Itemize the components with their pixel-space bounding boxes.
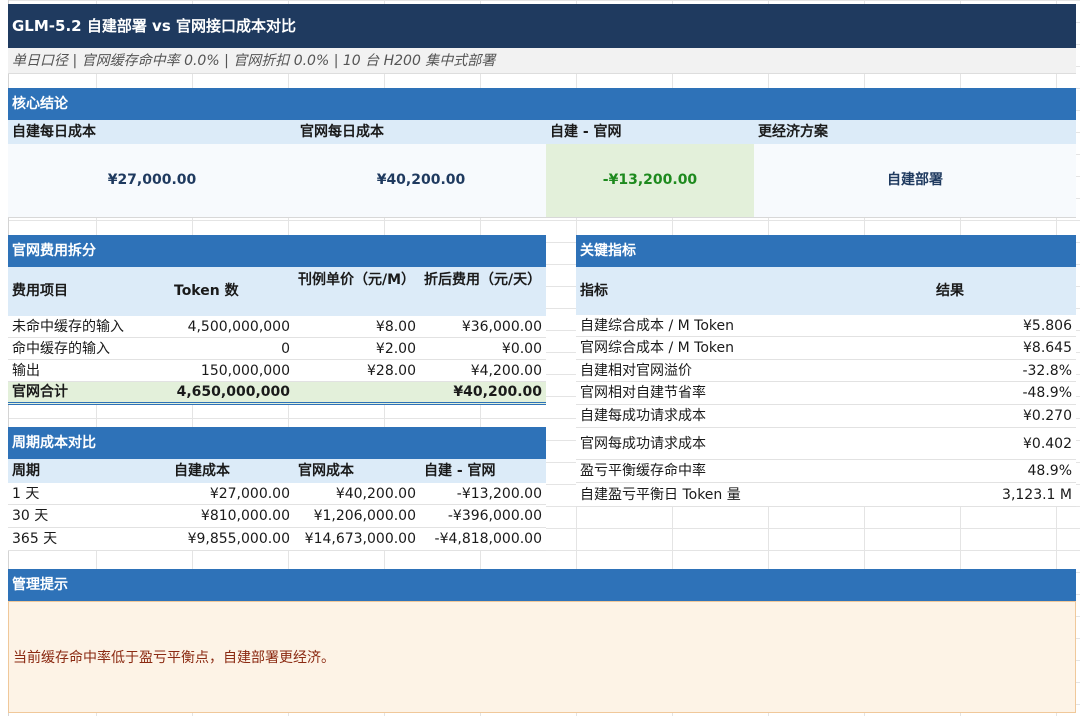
fee-total-tokens: 4,650,000,000 (176, 384, 290, 400)
period-section-header[interactable]: 周期成本对比 (8, 427, 546, 459)
metric-value: 48.9% (1027, 463, 1072, 479)
page-title[interactable]: GLM-5.2 自建部署 vs 官网接口成本对比 (8, 4, 1076, 48)
period-name: 1 天 (12, 486, 40, 502)
tips-panel[interactable]: 当前缓存命中率低于盈亏平衡点，自建部署更经济。 (8, 601, 1076, 713)
metrics-col-result[interactable]: 结果 (932, 267, 1076, 315)
summary-section-header[interactable]: 核心结论 (8, 88, 1076, 120)
metric-name: 自建相对官网溢价 (580, 363, 692, 379)
kpi-selfbuilt-daily-cost[interactable]: ¥27,000.00 (8, 144, 296, 217)
fee-unit-price: ¥2.00 (375, 341, 416, 357)
metric-value: -32.8% (1022, 363, 1072, 379)
fee-total-label: 官网合计 (12, 384, 68, 400)
fee-col-unit-price[interactable]: 刊例单价（元/M） (294, 270, 420, 291)
metrics-col-name[interactable]: 指标 (576, 267, 932, 315)
period-header-row: 周期 自建成本 官网成本 自建 - 官网 (8, 459, 546, 483)
table-row[interactable]: 1 天 ¥27,000.00 ¥40,200.00 -¥13,200.00 (8, 483, 546, 505)
fee-col-cost[interactable]: 折后费用（元/天） (420, 270, 546, 291)
fee-breakdown-table: 费用项目 Token 数 刊例单价（元/M） 折后费用（元/天） 未命中缓存的输… (8, 267, 546, 405)
fee-col-item[interactable]: 费用项目 (8, 267, 170, 316)
metric-value: -48.9% (1022, 385, 1072, 401)
fee-total-cost: ¥40,200.00 (453, 384, 542, 400)
period-name: 30 天 (12, 508, 49, 524)
table-row[interactable]: 自建综合成本 / M Token ¥5.806 (576, 315, 1076, 337)
metric-name: 官网每成功请求成本 (580, 436, 706, 452)
tips-section-header[interactable]: 管理提示 (8, 569, 1076, 601)
period-diff: -¥396,000.00 (447, 508, 542, 524)
fee-unit-price: ¥8.00 (375, 319, 416, 335)
metric-value: ¥0.270 (1023, 408, 1072, 424)
period-col-period[interactable]: 周期 (8, 459, 170, 483)
fee-unit-price: ¥28.00 (367, 363, 416, 379)
kpi-better-option[interactable]: 自建部署 (754, 144, 1076, 217)
fee-breakdown-section-header[interactable]: 官网费用拆分 (8, 235, 546, 267)
kpi-official-daily-cost[interactable]: ¥40,200.00 (296, 144, 546, 217)
period-official-cost: ¥40,200.00 (335, 486, 416, 502)
fee-header-row: 费用项目 Token 数 刊例单价（元/M） 折后费用（元/天） (8, 267, 546, 316)
metric-name: 自建每成功请求成本 (580, 408, 706, 424)
metric-value: ¥5.806 (1023, 318, 1072, 334)
fee-item-name: 命中缓存的输入 (12, 341, 110, 357)
fee-token-count: 4,500,000,000 (187, 319, 290, 335)
table-row[interactable]: 30 天 ¥810,000.00 ¥1,206,000.00 -¥396,000… (8, 505, 546, 528)
table-row[interactable]: 自建相对官网溢价 -32.8% (576, 360, 1076, 382)
tips-text: 当前缓存命中率低于盈亏平衡点，自建部署更经济。 (13, 650, 335, 666)
fee-token-count: 0 (281, 341, 290, 357)
period-name: 365 天 (12, 531, 58, 547)
summary-panel: 自建每日成本 官网每日成本 自建 - 官网 更经济方案 ¥27,000.00 ¥… (8, 120, 1076, 218)
table-row[interactable]: 未命中缓存的输入 4,500,000,000 ¥8.00 ¥36,000.00 (8, 316, 546, 338)
table-row[interactable]: 官网综合成本 / M Token ¥8.645 (576, 337, 1076, 360)
table-row[interactable]: 输出 150,000,000 ¥28.00 ¥4,200.00 (8, 360, 546, 382)
page-subtitle[interactable]: 单日口径 | 官网缓存命中率 0.0% | 官网折扣 0.0% | 10 台 H… (8, 48, 1076, 74)
table-row[interactable]: 自建每成功请求成本 ¥0.270 (576, 405, 1076, 428)
fee-total-row[interactable]: 官网合计 4,650,000,000 ¥40,200.00 (8, 382, 546, 405)
summary-header-better[interactable]: 更经济方案 (754, 120, 1076, 144)
fee-item-name: 输出 (12, 363, 40, 379)
fee-cost: ¥36,000.00 (461, 319, 542, 335)
metric-name: 自建盈亏平衡日 Token 量 (580, 487, 741, 503)
period-col-selfbuilt[interactable]: 自建成本 (170, 459, 294, 483)
summary-header-row: 自建每日成本 官网每日成本 自建 - 官网 更经济方案 (8, 120, 1076, 144)
fee-cost: ¥4,200.00 (470, 363, 542, 379)
table-row[interactable]: 自建盈亏平衡日 Token 量 3,123.1 M (576, 483, 1076, 507)
period-official-cost: ¥1,206,000.00 (313, 508, 416, 524)
fee-token-count: 150,000,000 (200, 363, 290, 379)
period-col-official[interactable]: 官网成本 (294, 459, 420, 483)
table-row[interactable]: 命中缓存的输入 0 ¥2.00 ¥0.00 (8, 338, 546, 360)
metric-value: 3,123.1 M (1002, 487, 1072, 503)
table-row[interactable]: 官网每成功请求成本 ¥0.402 (576, 428, 1076, 460)
table-row[interactable]: 365 天 ¥9,855,000.00 ¥14,673,000.00 -¥4,8… (8, 528, 546, 551)
summary-header-diff[interactable]: 自建 - 官网 (546, 120, 754, 144)
fee-item-name: 未命中缓存的输入 (12, 319, 124, 335)
period-selfbuilt-cost: ¥810,000.00 (200, 508, 290, 524)
period-selfbuilt-cost: ¥9,855,000.00 (187, 531, 290, 547)
metric-value: ¥0.402 (1023, 436, 1072, 452)
fee-cost: ¥0.00 (501, 341, 542, 357)
metric-name: 官网相对自建节省率 (580, 385, 706, 401)
kpi-cost-difference[interactable]: -¥13,200.00 (546, 144, 754, 217)
metric-name: 自建综合成本 / M Token (580, 318, 734, 334)
period-diff: -¥4,818,000.00 (434, 531, 542, 547)
table-row[interactable]: 盈亏平衡缓存命中率 48.9% (576, 460, 1076, 483)
metrics-header-row: 指标 结果 (576, 267, 1076, 315)
period-table: 周期 自建成本 官网成本 自建 - 官网 1 天 ¥27,000.00 ¥40,… (8, 459, 546, 551)
metric-value: ¥8.645 (1023, 340, 1072, 356)
period-official-cost: ¥14,673,000.00 (304, 531, 416, 547)
fee-col-tokens[interactable]: Token 数 (170, 267, 294, 316)
period-col-diff[interactable]: 自建 - 官网 (420, 459, 546, 483)
metric-name: 官网综合成本 / M Token (580, 340, 734, 356)
metric-name: 盈亏平衡缓存命中率 (580, 463, 706, 479)
summary-header-selfbuilt[interactable]: 自建每日成本 (8, 120, 296, 144)
period-selfbuilt-cost: ¥27,000.00 (209, 486, 290, 502)
summary-header-official[interactable]: 官网每日成本 (296, 120, 546, 144)
metrics-section-header[interactable]: 关键指标 (576, 235, 1076, 267)
table-row[interactable]: 官网相对自建节省率 -48.9% (576, 382, 1076, 405)
period-diff: -¥13,200.00 (456, 486, 542, 502)
metrics-table: 指标 结果 自建综合成本 / M Token ¥5.806 官网综合成本 / M… (576, 267, 1076, 507)
